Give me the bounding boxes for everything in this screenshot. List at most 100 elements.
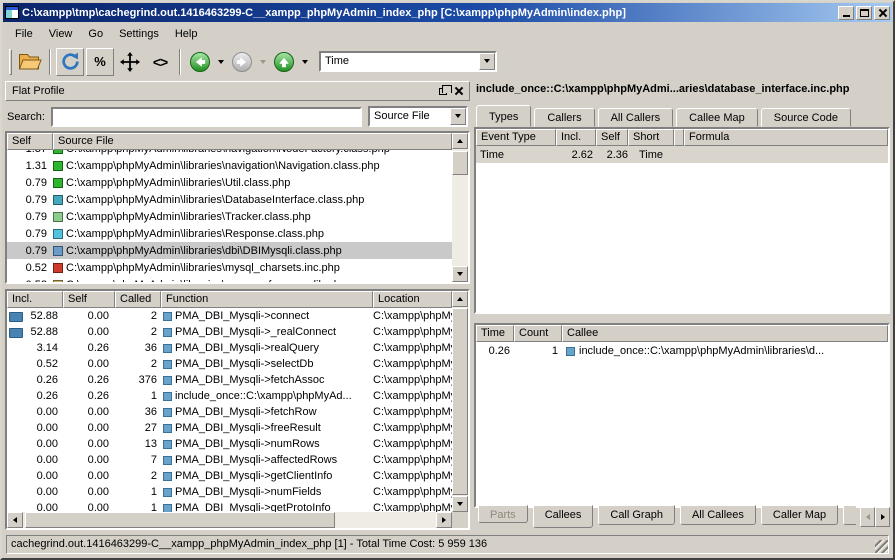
scroll-down-button[interactable] xyxy=(452,266,468,282)
menu-view[interactable]: View xyxy=(41,26,81,42)
function-table-hscrollbar[interactable] xyxy=(7,512,452,528)
shorten-templates-button[interactable]: <> xyxy=(146,48,174,76)
function-row[interactable]: 0.260.261include_once::C:\xampp\phpMyAd.… xyxy=(7,388,452,404)
column-header-count[interactable]: Count xyxy=(514,325,562,342)
group-by-value: Source File xyxy=(370,108,450,125)
column-header-callee[interactable]: Callee xyxy=(562,325,888,342)
source-table-scrollbar[interactable] xyxy=(452,133,468,282)
column-header-function[interactable]: Function xyxy=(161,291,373,308)
back-dropdown-button[interactable] xyxy=(215,49,227,75)
dock-header[interactable]: Flat Profile xyxy=(5,81,470,101)
scroll-thumb[interactable] xyxy=(25,512,335,528)
scroll-left-button[interactable] xyxy=(7,512,23,528)
function-row[interactable]: 0.000.0013PMA_DBI_Mysqli->numRowsC:\xamp… xyxy=(7,436,452,452)
function-row[interactable]: 0.000.001PMA_DBI_Mysqli->numFieldsC:\xam… xyxy=(7,484,452,500)
scroll-down-button[interactable] xyxy=(452,496,468,512)
title-bar[interactable]: C:\xampp\tmp\cachegrind.out.1416463299-C… xyxy=(3,3,892,22)
close-button[interactable] xyxy=(874,6,890,20)
tab-callee-map[interactable]: Callee Map xyxy=(676,108,758,127)
tab-machine[interactable]: Machine xyxy=(843,505,856,525)
source-file-row[interactable]: 1.31C:\xampp\phpMyAdmin\libraries\naviga… xyxy=(7,157,452,174)
reload-button[interactable] xyxy=(56,48,84,76)
column-header-self[interactable]: Self xyxy=(63,291,115,308)
column-header-incl[interactable]: Incl. xyxy=(556,129,596,146)
location-value: C:\xampp\phpMy... xyxy=(373,310,452,322)
relative-cost-button[interactable] xyxy=(116,48,144,76)
function-row[interactable]: 0.000.0027PMA_DBI_Mysqli->freeResultC:\x… xyxy=(7,420,452,436)
back-button[interactable] xyxy=(186,48,214,76)
resize-grip-icon[interactable] xyxy=(875,540,888,553)
menu-file[interactable]: File xyxy=(7,26,41,42)
column-header-formula[interactable]: Formula xyxy=(684,129,888,146)
column-header-location[interactable]: Location xyxy=(373,291,452,308)
column-header-event-type[interactable]: Event Type xyxy=(476,129,556,146)
up-button[interactable] xyxy=(270,48,298,76)
scroll-right-button[interactable] xyxy=(436,512,452,528)
tabs-scroll-left-button[interactable] xyxy=(860,507,875,527)
function-row[interactable]: 0.000.0036PMA_DBI_Mysqli->fetchRowC:\xam… xyxy=(7,404,452,420)
source-file-row[interactable]: 0.79C:\xampp\phpMyAdmin\libraries\Util.c… xyxy=(7,174,452,191)
tab-all-callers[interactable]: All Callers xyxy=(598,108,674,127)
function-row[interactable]: 0.260.26376PMA_DBI_Mysqli->fetchAssocC:\… xyxy=(7,372,452,388)
event-type-combobox[interactable]: Time xyxy=(319,51,497,72)
column-header-called[interactable]: Called xyxy=(115,291,161,308)
menu-go[interactable]: Go xyxy=(80,26,111,42)
menu-help[interactable]: Help xyxy=(167,26,206,42)
source-file-row[interactable]: 0.52C:\xampp\phpMyAdmin\libraries\user_p… xyxy=(7,276,452,282)
tab-types[interactable]: Types xyxy=(476,105,531,127)
scroll-thumb[interactable] xyxy=(452,151,468,175)
source-file-row[interactable]: 1.37C:\xampp\phpMyAdmin\libraries\naviga… xyxy=(7,150,452,157)
tabs-scroll-right-button[interactable] xyxy=(875,507,890,527)
toolbar-handle[interactable] xyxy=(9,49,12,75)
event-type-row[interactable]: Time2.622.36Time xyxy=(476,146,888,163)
maximize-button[interactable] xyxy=(856,6,872,20)
column-header-time[interactable]: Time xyxy=(476,325,514,342)
tab-parts[interactable]: Parts xyxy=(478,505,528,523)
self-value: 0.26 xyxy=(63,390,115,402)
menu-settings[interactable]: Settings xyxy=(111,26,167,42)
source-self-value: 0.79 xyxy=(7,177,51,189)
open-file-button[interactable] xyxy=(16,48,44,76)
combo-dropdown-button[interactable] xyxy=(450,108,466,125)
scroll-up-button[interactable] xyxy=(452,291,468,307)
source-file-row[interactable]: 0.79C:\xampp\phpMyAdmin\libraries\dbi\DB… xyxy=(7,242,452,259)
source-file-row[interactable]: 0.79C:\xampp\phpMyAdmin\libraries\Tracke… xyxy=(7,208,452,225)
float-panel-icon[interactable] xyxy=(439,88,447,95)
function-row[interactable]: 0.000.001PMA_DBI_Mysqli->getProtoInfoC:\… xyxy=(7,500,452,512)
tab-all-callees[interactable]: All Callees xyxy=(680,505,756,525)
function-row[interactable]: 0.520.002PMA_DBI_Mysqli->selectDbC:\xamp… xyxy=(7,356,452,372)
source-file-row[interactable]: 0.52C:\xampp\phpMyAdmin\libraries\mysql_… xyxy=(7,259,452,276)
function-table-vscrollbar[interactable] xyxy=(452,291,468,512)
function-row[interactable]: 52.880.002PMA_DBI_Mysqli->_realConnectC:… xyxy=(7,324,452,340)
group-by-combobox[interactable]: Source File xyxy=(368,106,468,127)
function-row[interactable]: 52.880.002PMA_DBI_Mysqli->connectC:\xamp… xyxy=(7,308,452,324)
tab-caller-map[interactable]: Caller Map xyxy=(761,505,838,525)
column-header-self[interactable]: Self xyxy=(596,129,628,146)
tab-callers[interactable]: Callers xyxy=(534,108,594,127)
tab-callees[interactable]: Callees xyxy=(533,505,594,528)
callee-row[interactable]: 0.261include_once::C:\xampp\phpMyAdmin\l… xyxy=(476,342,888,360)
function-row[interactable]: 3.140.2636PMA_DBI_Mysqli->realQueryC:\xa… xyxy=(7,340,452,356)
function-name-cell: PMA_DBI_Mysqli->connect xyxy=(161,310,373,322)
column-header-short[interactable]: Short xyxy=(628,129,674,146)
function-row[interactable]: 0.000.002PMA_DBI_Mysqli->getClientInfoC:… xyxy=(7,468,452,484)
tab-source-code[interactable]: Source Code xyxy=(761,108,851,127)
forward-dropdown-button[interactable] xyxy=(257,49,269,75)
tab-call-graph[interactable]: Call Graph xyxy=(598,505,675,525)
app-icon xyxy=(5,6,19,19)
column-header-self[interactable]: Self xyxy=(7,133,53,150)
function-row[interactable]: 0.000.007PMA_DBI_Mysqli->affectedRowsC:\… xyxy=(7,452,452,468)
close-panel-icon[interactable] xyxy=(455,87,463,95)
scroll-thumb[interactable] xyxy=(452,308,468,495)
column-header-incl[interactable]: Incl. xyxy=(7,291,63,308)
column-header-source-file[interactable]: Source File xyxy=(53,133,452,150)
source-file-row[interactable]: 0.79C:\xampp\phpMyAdmin\libraries\Respon… xyxy=(7,225,452,242)
scroll-up-button[interactable] xyxy=(452,133,468,149)
up-dropdown-button[interactable] xyxy=(299,49,311,75)
combo-dropdown-button[interactable] xyxy=(479,53,495,70)
source-file-row[interactable]: 0.79C:\xampp\phpMyAdmin\libraries\Databa… xyxy=(7,191,452,208)
forward-button[interactable] xyxy=(228,48,256,76)
percentage-toggle-button[interactable]: % xyxy=(86,48,114,76)
minimize-button[interactable] xyxy=(838,6,854,20)
search-input[interactable] xyxy=(51,107,362,127)
